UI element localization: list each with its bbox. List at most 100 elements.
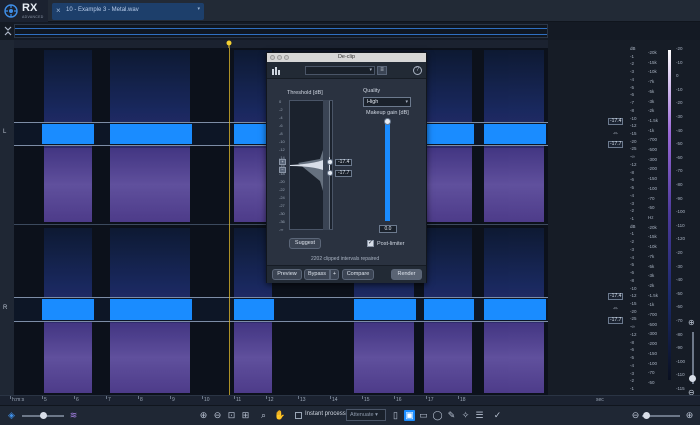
instant-process-checkbox[interactable] <box>295 412 302 419</box>
zoom-selection-icon[interactable]: ⊡ <box>226 410 237 421</box>
frequency-scale-label: -5k <box>648 88 655 94</box>
clip-threshold-tag-lower[interactable]: -17.7 <box>608 141 624 148</box>
compare-button[interactable]: Compare <box>342 269 374 280</box>
zoom-window-icon[interactable] <box>284 55 289 60</box>
time-label: 6 <box>76 397 79 403</box>
time-select-icon[interactable]: ▯ <box>390 410 401 421</box>
frequency-scale-label: -700 <box>648 137 658 143</box>
level-scale-label: -110 <box>676 222 685 228</box>
threshold-lower-handle[interactable] <box>327 170 333 176</box>
db-scale-label: -3 <box>630 69 635 75</box>
color-scale-bar <box>668 50 671 380</box>
help-icon[interactable]: ? <box>413 66 422 75</box>
minimize-window-icon[interactable] <box>277 55 282 60</box>
collapse-overview-icon[interactable] <box>3 25 13 37</box>
zoom-in-h-icon[interactable]: ⊕ <box>684 410 695 421</box>
bottom-toolbar: ◈ ≋ ⊕ ⊖ ⊡ ⊞ ⌕ ✋ Instant process Attenuat… <box>0 405 700 425</box>
threshold-scale-label: -22 <box>279 187 285 192</box>
overview-strip[interactable] <box>14 24 548 38</box>
db-scale-label: -2 <box>630 61 635 67</box>
suggest-button[interactable]: Suggest <box>289 238 321 249</box>
level-scale-label: -50 <box>676 290 683 296</box>
level-scale-label: -60 <box>676 304 683 310</box>
dialog-header: ▾ ≡ ? <box>267 62 426 79</box>
file-tab[interactable]: × 10 - Example 3 - Metal.wav ▾ <box>52 3 204 20</box>
time-tick <box>234 396 235 399</box>
app-edition: ADVANCED <box>22 15 44 19</box>
level-scale-label: -100 <box>676 209 686 215</box>
quality-dropdown-icon: ▾ <box>405 99 408 105</box>
harmonic-select-icon[interactable]: ☰ <box>474 410 485 421</box>
horizontal-zoom-knob[interactable] <box>643 412 650 419</box>
preset-select[interactable]: ▾ <box>305 66 375 75</box>
bypass-plus-button[interactable]: + <box>330 269 339 280</box>
time-label: 16 <box>396 397 402 403</box>
magic-wand-icon[interactable]: ✧ <box>460 410 471 421</box>
waveform-view-icon[interactable]: ◈ <box>6 410 17 421</box>
time-ruler[interactable]: h:m:s 5 6 7 8 9 10 11 12 13 14 15 16 17 18 sec <box>0 395 700 405</box>
status-text: 2202 clipped intervals repaired <box>311 256 380 262</box>
zoom-out-h-icon[interactable]: ⊖ <box>630 410 641 421</box>
db-scale-label: -25 <box>630 316 637 322</box>
frequency-scale-label: -1k <box>648 302 655 308</box>
level-scale-label: -20 <box>676 46 683 51</box>
frequency-scale-label: -300 <box>648 331 658 337</box>
close-window-icon[interactable] <box>270 55 275 60</box>
magnify-icon[interactable]: ⌕ <box>258 410 269 421</box>
link-icon-r[interactable]: ⇔ <box>612 305 619 312</box>
bypass-button[interactable]: Bypass <box>304 269 330 280</box>
preset-menu-icon[interactable]: ≡ <box>377 66 387 75</box>
frequency-scale-label: -3k <box>648 273 655 279</box>
makeup-gain-knob[interactable] <box>384 118 391 125</box>
channel-label-left: L <box>3 129 7 135</box>
playhead-lane[interactable] <box>14 40 548 48</box>
zoom-fit-icon[interactable]: ⊞ <box>240 410 251 421</box>
threshold-link-down-icon[interactable]: − <box>279 167 286 173</box>
brush-icon[interactable]: ✎ <box>446 410 457 421</box>
time-frequency-select-icon[interactable]: ▣ <box>404 410 415 421</box>
channel-label-right: R <box>3 305 8 311</box>
db-scale-label: dB <box>630 223 636 229</box>
quality-select[interactable]: High ▾ <box>363 97 411 107</box>
level-scale-label: -20 <box>676 100 683 106</box>
waveform-overview[interactable] <box>0 22 700 40</box>
clip-threshold-tag-upper[interactable]: -17.4 <box>608 118 624 125</box>
post-limiter-checkbox[interactable]: ✓ <box>367 240 374 247</box>
instant-process-mode-select[interactable]: Attenuate ▾ <box>346 409 386 421</box>
preview-button[interactable]: Preview <box>272 269 302 280</box>
zoom-in-v-icon[interactable]: ⊕ <box>688 318 695 327</box>
threshold-upper-value[interactable]: -17.4 <box>335 159 353 166</box>
threshold-lower-value[interactable]: -17.7 <box>335 170 353 177</box>
hand-tool-icon[interactable]: ✋ <box>274 410 285 421</box>
close-tab-icon[interactable]: × <box>56 6 61 15</box>
clip-threshold-tag-lower-r[interactable]: -17.7 <box>608 317 624 324</box>
playhead-marker-icon[interactable] <box>226 40 232 48</box>
threshold-link-up-icon[interactable]: + <box>279 159 286 165</box>
link-icon[interactable]: ⇔ <box>612 130 619 137</box>
time-label: 18 <box>460 397 466 403</box>
opacity-slider-knob[interactable] <box>40 412 47 419</box>
lasso-icon[interactable]: ◯ <box>432 410 443 421</box>
frequency-select-icon[interactable]: ▭ <box>418 410 429 421</box>
app-name: RX <box>22 2 38 14</box>
post-limiter-label: Post-limiter <box>377 241 405 247</box>
tab-dropdown-icon[interactable]: ▾ <box>197 6 200 12</box>
time-label: 7 <box>108 397 111 403</box>
level-scale-label: -30 <box>676 263 683 269</box>
db-scale-label: -12 <box>630 331 637 337</box>
find-similar-icon[interactable]: ✓ <box>492 410 503 421</box>
clip-threshold-tag-upper-r[interactable]: -17.4 <box>608 293 624 300</box>
vertical-zoom-knob[interactable] <box>689 375 696 382</box>
makeup-gain-value[interactable]: 0.0 <box>379 225 397 233</box>
zoom-in-icon[interactable]: ⊕ <box>198 410 209 421</box>
render-button[interactable]: Render <box>391 269 422 280</box>
zoom-out-icon[interactable]: ⊖ <box>212 410 223 421</box>
frequency-scale-label: -70 <box>648 370 655 376</box>
db-scale-label: -1 <box>630 216 635 221</box>
threshold-upper-handle[interactable] <box>327 159 333 165</box>
time-label: h:m:s <box>12 397 25 403</box>
dialog-footer: Preview Bypass + Compare Render <box>267 265 426 283</box>
threshold-scale-label: -6 <box>279 123 283 128</box>
spectrogram-view-icon[interactable]: ≋ <box>68 410 79 421</box>
level-scale-label: -50 <box>676 141 683 147</box>
